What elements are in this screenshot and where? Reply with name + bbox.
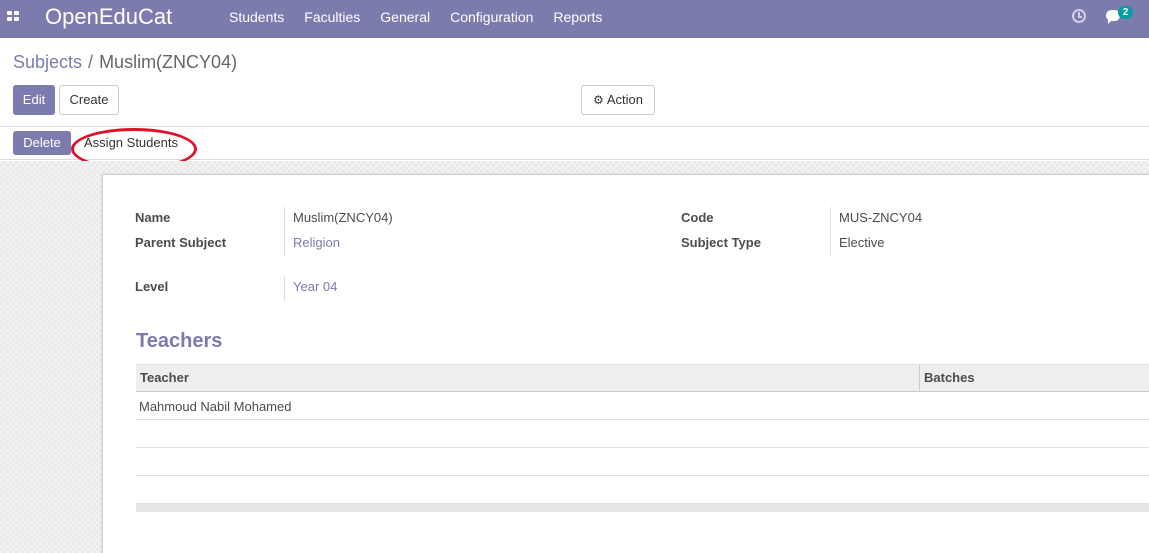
- top-navbar: OpenEduCat Students Faculties General Co…: [0, 0, 1149, 38]
- menu-item-faculties[interactable]: Faculties: [294, 0, 370, 38]
- messages-count-badge: 2: [1118, 6, 1133, 19]
- name-value: Muslim(ZNCY04): [293, 210, 393, 225]
- code-label: Code: [681, 210, 714, 225]
- edit-button[interactable]: Edit: [13, 85, 55, 115]
- field-separator: [830, 207, 831, 256]
- gear-icon: ⚙: [593, 93, 604, 107]
- menu-item-students[interactable]: Students: [219, 0, 294, 38]
- subject-type-value: Elective: [839, 235, 885, 250]
- column-header-teacher[interactable]: Teacher: [136, 365, 920, 391]
- divider: [0, 126, 1149, 127]
- parent-subject-label: Parent Subject: [135, 235, 227, 250]
- table-row[interactable]: Mahmoud Nabil Mohamed: [136, 392, 1149, 420]
- empty-table-row: [136, 420, 1149, 448]
- breadcrumb: Subjects / Muslim(ZNCY04): [13, 52, 237, 73]
- empty-table-row: [136, 476, 1149, 504]
- field-separator: [284, 276, 285, 301]
- breadcrumb-subjects-link[interactable]: Subjects: [13, 52, 82, 73]
- action-label: Action: [606, 92, 643, 107]
- teacher-cell: Mahmoud Nabil Mohamed: [139, 399, 292, 414]
- menu-item-reports[interactable]: Reports: [543, 0, 612, 38]
- level-link[interactable]: Year 04: [293, 279, 337, 294]
- create-button[interactable]: Create: [59, 85, 119, 115]
- field-separator: [284, 207, 285, 256]
- level-label: Level: [135, 279, 169, 294]
- column-header-batches[interactable]: Batches: [920, 365, 1149, 391]
- control-panel: Subjects / Muslim(ZNCY04) Edit Create ⚙ A…: [0, 38, 1149, 170]
- activity-clock-icon[interactable]: [1072, 9, 1086, 23]
- breadcrumb-separator: /: [88, 52, 94, 72]
- teachers-section-title: Teachers: [136, 330, 223, 352]
- code-value: MUS-ZNCY04: [839, 210, 923, 225]
- assign-students-button[interactable]: Assign Students: [76, 131, 186, 155]
- menu-item-configuration[interactable]: Configuration: [440, 0, 543, 38]
- table-footer: [136, 504, 1149, 512]
- action-button[interactable]: ⚙ Action: [581, 85, 655, 115]
- main-menu: Students Faculties General Configuration…: [219, 0, 612, 38]
- app-brand[interactable]: OpenEduCat: [45, 4, 172, 30]
- subject-type-label: Subject Type: [681, 235, 761, 250]
- delete-button[interactable]: Delete: [13, 131, 71, 155]
- menu-item-general[interactable]: General: [370, 0, 440, 38]
- table-header: Teacher Batches: [136, 364, 1149, 392]
- apps-grid-icon[interactable]: [7, 11, 21, 23]
- breadcrumb-current: Muslim(ZNCY04): [99, 52, 238, 72]
- name-label: Name: [135, 210, 171, 225]
- parent-subject-link[interactable]: Religion: [293, 235, 340, 250]
- empty-table-row: [136, 448, 1149, 476]
